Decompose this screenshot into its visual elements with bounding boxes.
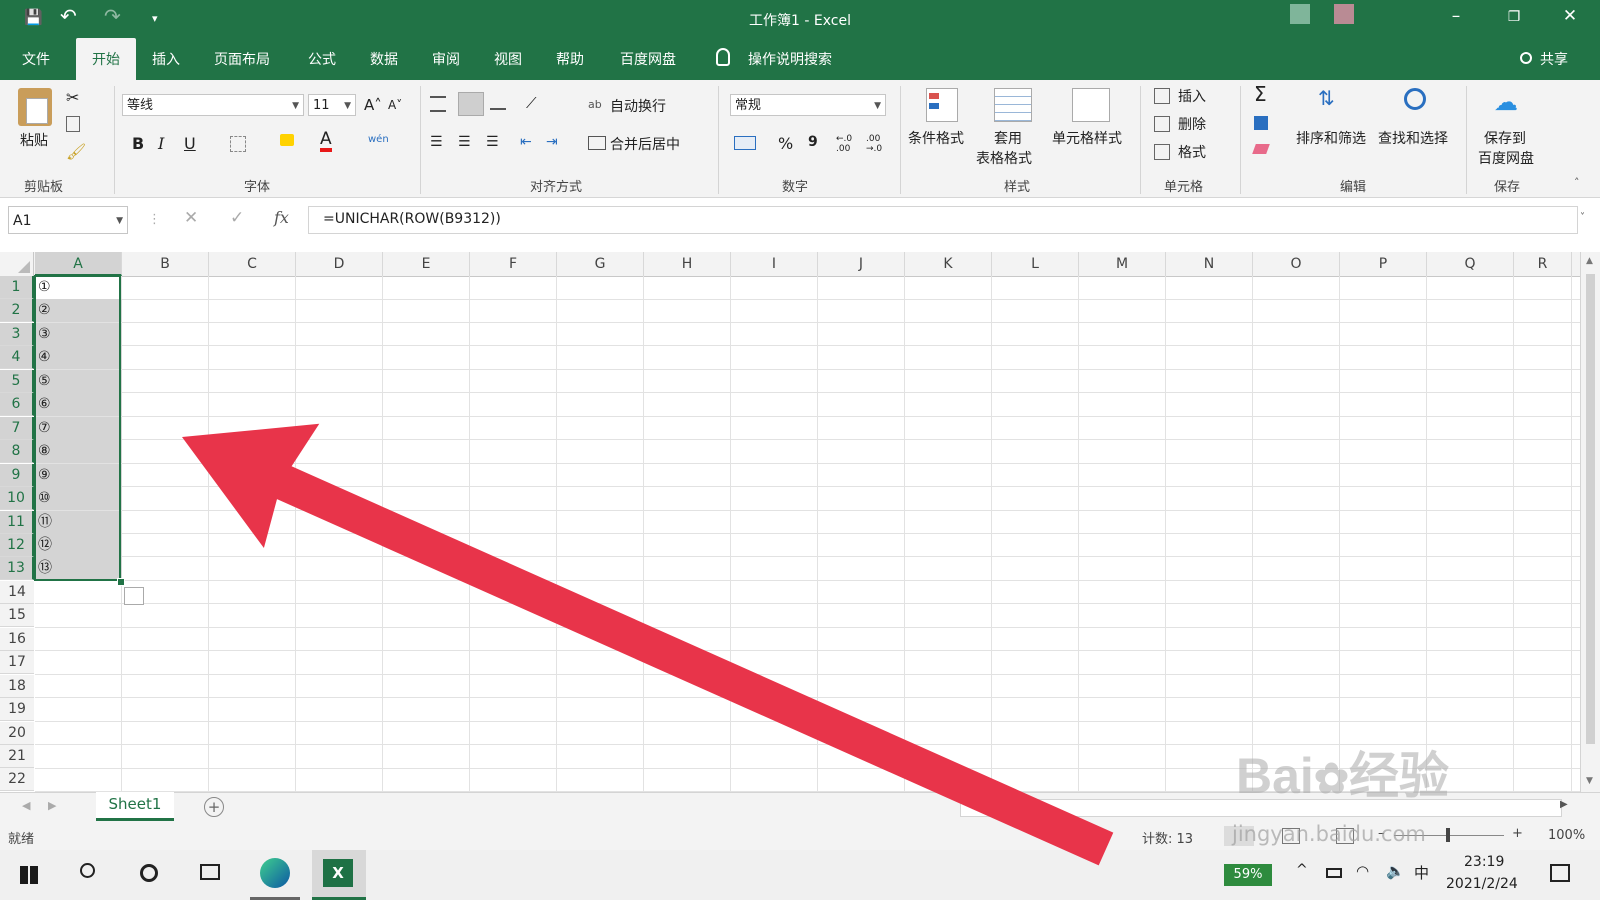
arrow-shape: [182, 423, 1114, 866]
red-annotation-arrow: [182, 423, 1114, 866]
